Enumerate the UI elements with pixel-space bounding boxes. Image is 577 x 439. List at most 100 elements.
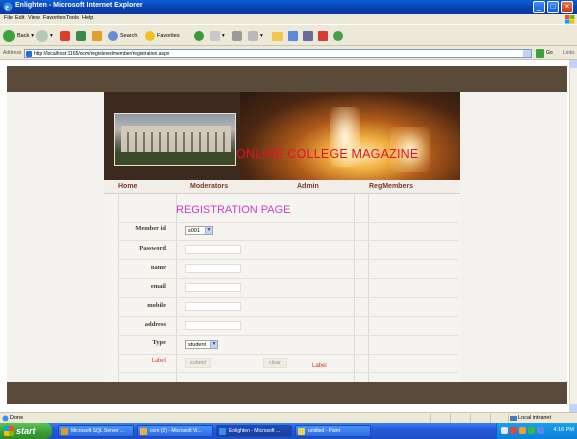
discuss-button[interactable] [288,29,298,43]
windows-logo-icon [4,426,14,436]
page-heading: REGISTRATION PAGE [176,204,291,216]
refresh-button[interactable] [76,29,86,43]
task-sql-server[interactable]: Microsoft SQL Server ... [58,425,134,437]
tray-messenger-icon[interactable] [528,427,535,434]
menu-tools[interactable]: Tools [66,15,79,21]
start-button[interactable]: start [0,423,52,439]
tray-shield-icon[interactable] [510,427,517,434]
taskbar: start Microsoft SQL Server ... ocm (2) -… [0,423,577,439]
chevron-down-icon: ▼ [210,341,217,348]
scroll-down-icon[interactable] [570,404,577,412]
page-icon [26,51,32,57]
print-button[interactable] [232,29,242,43]
menu-edit[interactable]: Edit [15,15,24,21]
minimize-button[interactable]: _ [533,1,545,13]
edit-icon [248,31,258,41]
mobile-field[interactable] [185,302,241,311]
task-internet-explorer[interactable]: Enlighten - Microsoft ... [216,425,292,437]
chevron-down-icon: ▼ [205,227,212,234]
tray-network-icon[interactable] [501,427,508,434]
registration-form: REGISTRATION PAGE Member id s001 ▼ Passw… [104,194,460,382]
menu-file[interactable]: File [4,15,13,21]
chevron-down-icon[interactable] [523,50,531,57]
close-button[interactable]: × [561,1,573,13]
tray-alert-icon[interactable] [519,427,526,434]
submit-button[interactable]: submit [185,358,211,368]
member-id-value: s001 [188,227,200,234]
email-field[interactable] [185,283,241,292]
nav-home[interactable]: Home [118,183,137,190]
search-label: Search [120,33,138,39]
vertical-scrollbar[interactable] [569,60,577,412]
task-paint[interactable]: untitled - Paint [295,425,371,437]
stop-button[interactable] [60,29,70,43]
nav-regmembers[interactable]: RegMembers [369,183,413,190]
tray-volume-icon[interactable] [537,427,544,434]
page-frame-top [7,66,567,92]
mail-button[interactable]: ▾ [210,29,225,43]
print-icon [232,31,242,41]
menu-bar: File Edit View Favorites Tools Help [0,14,577,24]
fountain-photo [240,92,460,180]
task-visual-studio[interactable]: ocm (2) - Microsoft Vi... [137,425,213,437]
address-field[interactable] [185,321,241,330]
task-label: untitled - Paint [308,428,340,434]
edit-button[interactable]: ▾ [248,29,263,43]
chevron-down-icon: ▾ [222,33,225,39]
research-icon [303,31,313,41]
password-label: Password [139,245,166,252]
chevron-down-icon: ▾ [260,33,263,39]
security-zone: Local intranet [518,415,552,421]
menu-view[interactable]: View [28,15,40,21]
star-icon [145,31,155,41]
toolbar: Back ▾ ▾ Search Favorites ▾ ▾ [0,24,577,46]
search-button[interactable]: Search [108,29,137,43]
start-label: start [16,426,36,436]
links-button[interactable]: Links [563,50,575,56]
type-value: student [188,341,207,348]
mail-icon [210,31,220,41]
window-title: Enlighten - Microsoft Internet Explorer [15,2,143,9]
address-input[interactable]: http://localhost:1165/ocm/registeredmemb… [24,49,532,58]
system-tray: 4:16 PM [496,423,577,439]
paint-icon [298,428,305,435]
history-icon [194,31,204,41]
sql-server-icon [61,428,68,435]
home-button[interactable] [92,29,102,43]
back-button[interactable]: Back ▾ [3,29,34,43]
users-button[interactable] [333,29,343,43]
mobile-label: mobile [147,302,166,309]
address-url: http://localhost:1165/ocm/registeredmemb… [34,51,170,57]
status-label: Label [312,363,327,369]
forward-button[interactable]: ▾ [36,29,53,43]
task-label: ocm (2) - Microsoft Vi... [150,428,202,434]
research-button[interactable] [303,29,313,43]
forward-arrow-icon [36,30,48,42]
go-button[interactable]: Go [546,50,553,56]
go-arrow-icon[interactable] [536,49,544,58]
history-button[interactable] [194,29,204,43]
favorites-button[interactable]: Favorites [145,29,180,43]
menu-favorites[interactable]: Favorites [43,15,66,21]
nav-moderators[interactable]: Moderators [190,183,228,190]
name-field[interactable] [185,264,241,273]
status-bar: Done Local intranet [0,412,577,423]
label-text: Label [151,357,166,364]
clear-button[interactable]: clear [263,358,287,368]
nav-admin[interactable]: Admin [297,183,319,190]
member-id-select[interactable]: s001 ▼ [185,226,213,235]
folder-button[interactable] [272,29,283,43]
scroll-up-icon[interactable] [570,60,577,68]
search-icon [108,31,118,41]
intranet-icon [510,416,517,421]
messenger-button[interactable] [318,29,328,43]
password-field[interactable] [185,245,241,254]
type-select[interactable]: student ▼ [185,340,218,349]
maximize-button[interactable]: □ [547,1,559,13]
name-label: name [150,264,166,271]
menu-help[interactable]: Help [82,15,93,21]
chevron-down-icon: ▾ [31,33,34,39]
page-viewport: ONLINE COLLEGE MAGAZINE Home Moderators … [0,60,569,412]
task-label: Enlighten - Microsoft ... [229,428,281,434]
svg-text:e: e [5,3,9,12]
